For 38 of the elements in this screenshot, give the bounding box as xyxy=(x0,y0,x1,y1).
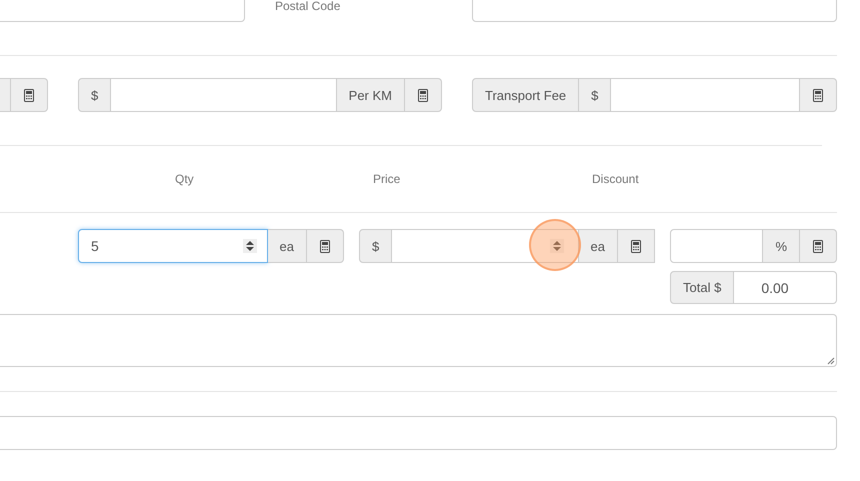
click-indicator xyxy=(529,219,581,271)
calculator-icon xyxy=(813,240,823,252)
calculator-button[interactable] xyxy=(307,229,344,263)
calculator-icon xyxy=(813,88,823,102)
price-field[interactable] xyxy=(392,229,579,263)
calculator-button[interactable] xyxy=(405,78,442,112)
spinner-icon xyxy=(242,239,257,253)
text-field[interactable] xyxy=(0,416,837,450)
column-header: Price xyxy=(373,172,400,186)
currency-addon: $ xyxy=(579,78,612,112)
input-addon xyxy=(0,78,11,112)
calculator-button[interactable] xyxy=(800,78,837,112)
spinner-icon xyxy=(550,239,564,253)
postal-code-label: Postal Code xyxy=(275,0,342,15)
total-addon: Total $ xyxy=(670,271,734,304)
unit-addon: ea xyxy=(268,229,307,263)
unit-addon: Per KM xyxy=(336,78,405,112)
column-header: Qty xyxy=(175,172,194,186)
unit-addon: ea xyxy=(578,229,618,263)
resize-grip-icon xyxy=(827,357,835,365)
calculator-icon xyxy=(418,88,428,102)
notes-textarea[interactable] xyxy=(0,314,837,367)
calculator-icon xyxy=(24,88,34,102)
column-header: Discount xyxy=(592,172,639,186)
quantity-field[interactable]: 5 xyxy=(78,229,268,263)
per-km-rate-field[interactable] xyxy=(111,78,337,112)
total-field[interactable]: 0.00 xyxy=(734,271,837,304)
percent-addon: % xyxy=(763,229,800,263)
calculator-icon xyxy=(320,240,330,252)
calculator-button[interactable] xyxy=(618,229,655,263)
discount-field[interactable] xyxy=(670,229,764,263)
calculator-icon xyxy=(631,240,641,252)
transport-fee-field[interactable] xyxy=(611,78,800,112)
calculator-button[interactable] xyxy=(11,78,48,112)
currency-addon: $ xyxy=(78,78,112,112)
transport-fee-addon: Transport Fee xyxy=(472,78,580,112)
calculator-button[interactable] xyxy=(800,229,837,263)
currency-addon: $ xyxy=(359,229,392,263)
